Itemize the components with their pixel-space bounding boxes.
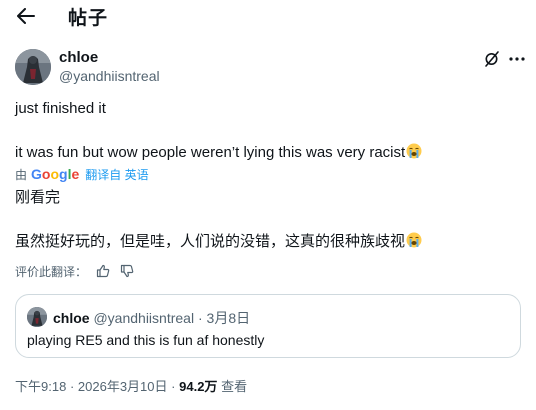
author-avatar[interactable] — [15, 49, 51, 85]
quoted-author-avatar — [27, 307, 47, 327]
views-count: 94.2万 — [179, 379, 218, 394]
arrow-left-icon — [17, 8, 35, 24]
translated-text-line-2: 虽然挺好玩的，但是哇，人们说的没错，这真的很种族歧视 — [15, 232, 422, 251]
meta-separator: · — [171, 379, 176, 394]
rate-translation-row: 评价此翻译： — [15, 263, 135, 279]
translation-thumbs-up-button[interactable] — [95, 263, 111, 279]
translated-text-line-2-text: 虽然挺好玩的，但是哇，人们说的没错，这真的很种族歧视 — [15, 233, 406, 250]
meta-separator: · — [69, 379, 75, 394]
back-button[interactable] — [14, 5, 38, 27]
more-options-button[interactable] — [506, 49, 528, 69]
translation-attribution: 由 Google 翻译自 英语 — [15, 166, 149, 182]
post-meta: 下午9:18 · 2026年3月10日 · 94.2万 查看 — [15, 376, 247, 395]
quoted-author-name: chloe — [53, 310, 90, 326]
grok-button[interactable] — [482, 49, 502, 69]
post-time[interactable]: 下午9:18 — [15, 379, 66, 394]
quoted-post-date: 3月8日 — [206, 310, 251, 326]
translation-thumbs-down-button[interactable] — [119, 263, 135, 279]
post-text-line-2-text: it was fun but wow people weren’t lying … — [15, 144, 406, 161]
avatar-image — [27, 307, 47, 327]
post-date[interactable]: 2026年3月10日 — [78, 379, 168, 394]
author-name[interactable]: chloe — [59, 49, 98, 66]
translated-from-link[interactable]: 翻译自 英语 — [85, 166, 148, 183]
translated-text-line-1: 刚看完 — [15, 189, 61, 206]
page-title: 帖子 — [68, 8, 109, 29]
thumbs-up-icon — [96, 264, 110, 278]
views-label: 查看 — [221, 379, 248, 394]
quoted-separator: · — [197, 310, 203, 326]
post-text-line-1: just finished it — [15, 100, 106, 117]
quoted-post-card[interactable]: chloe @yandhiisntreal · 3月8日 playing RE5… — [15, 294, 521, 358]
thumbs-down-icon — [120, 264, 134, 278]
quoted-post-header: chloe @yandhiisntreal · 3月8日 — [53, 308, 250, 328]
author-handle[interactable]: @yandhiisntreal — [59, 68, 160, 84]
more-horizontal-icon — [509, 57, 525, 61]
post-text-line-2: it was fun but wow people weren’t lying … — [15, 143, 422, 162]
translated-by-label: 由 — [15, 167, 28, 182]
quoted-author-handle: @yandhiisntreal — [93, 310, 195, 326]
loudly-crying-face-icon — [406, 232, 422, 248]
top-bar: 帖子 — [0, 0, 536, 36]
rate-translation-label: 评价此翻译： — [15, 264, 88, 279]
quoted-post-text: playing RE5 and this is fun af honestly — [27, 332, 265, 348]
grok-icon — [485, 51, 499, 67]
google-logo: Google — [31, 166, 80, 182]
avatar-image — [15, 49, 51, 85]
loudly-crying-face-icon — [406, 143, 422, 159]
